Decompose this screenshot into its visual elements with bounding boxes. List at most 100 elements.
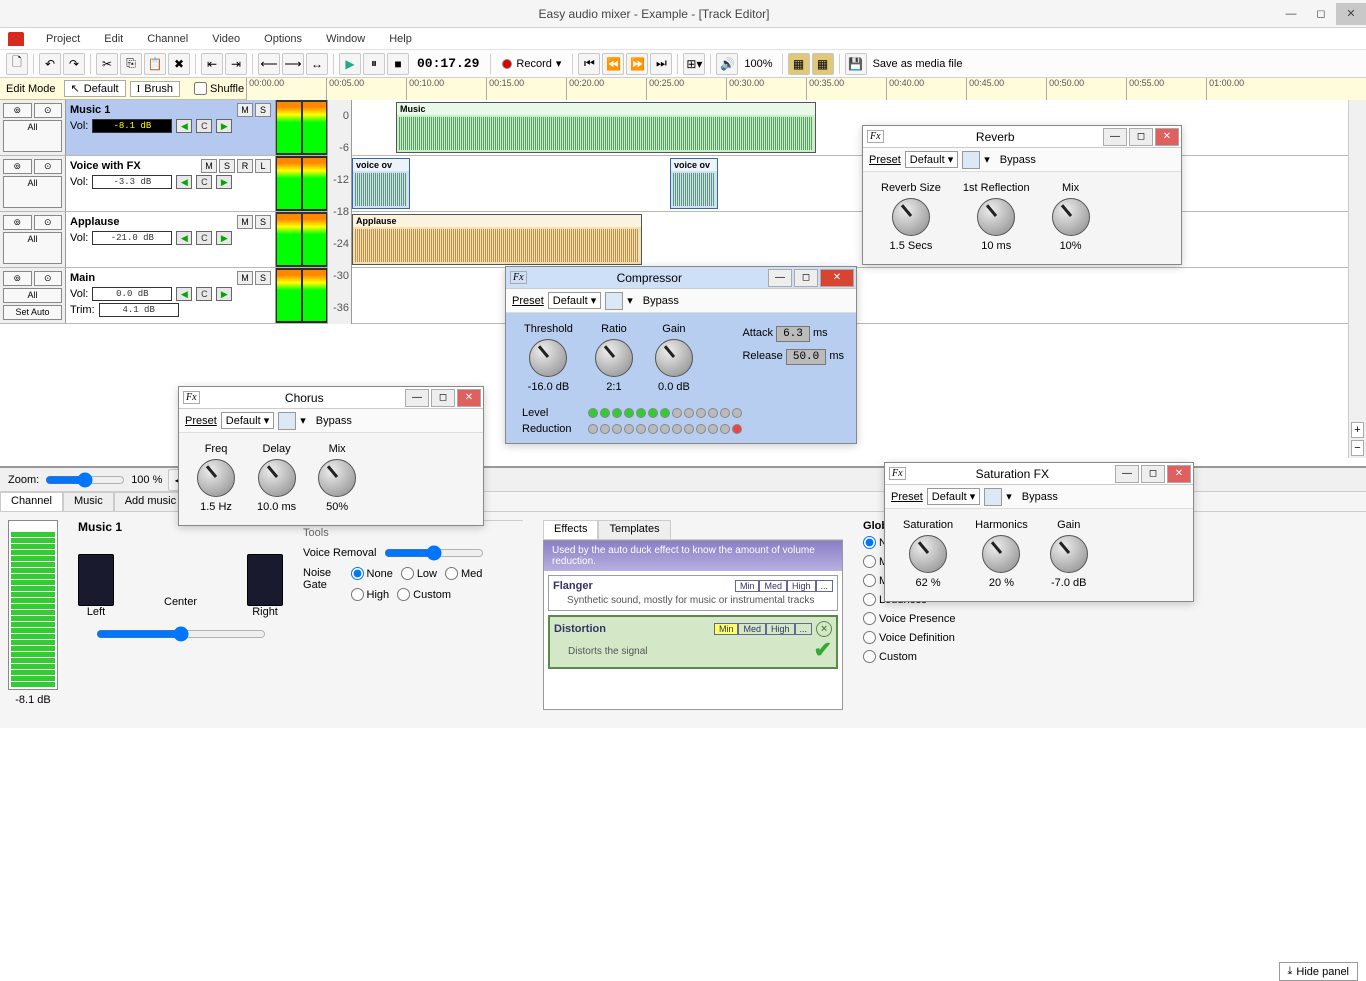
effect-chip[interactable]: Med bbox=[759, 580, 787, 592]
track-next-button[interactable]: ▶ bbox=[216, 119, 232, 133]
global-custom[interactable]: Custom bbox=[863, 650, 1013, 663]
track-mon-button[interactable]: ⊙ bbox=[34, 215, 63, 230]
track-l-button[interactable]: L bbox=[255, 159, 271, 173]
snap-button[interactable]: ⇤ bbox=[201, 53, 223, 75]
panel-min-button[interactable]: — bbox=[768, 269, 792, 287]
track-s-button[interactable]: S bbox=[255, 215, 271, 229]
panel-close-button[interactable]: ✕ bbox=[1167, 465, 1191, 483]
redo-button[interactable]: ↷ bbox=[63, 53, 85, 75]
effects-tab[interactable]: Templates bbox=[598, 520, 670, 539]
all-button[interactable]: All bbox=[3, 120, 62, 152]
panel-min-button[interactable]: — bbox=[1115, 465, 1139, 483]
knob-saturation[interactable] bbox=[909, 535, 947, 573]
track-lane[interactable]: Music bbox=[352, 100, 1366, 155]
knob-ratio[interactable] bbox=[595, 339, 633, 377]
track-vol-meter[interactable]: -3.3 dB bbox=[92, 175, 172, 189]
noisegate-med[interactable]: Med bbox=[445, 567, 482, 580]
audio-clip[interactable]: voice ov bbox=[670, 158, 718, 209]
track-mon-button[interactable]: ⊙ bbox=[34, 103, 63, 118]
panel-max-button[interactable]: ◻ bbox=[1129, 128, 1153, 146]
track-r-button[interactable]: R bbox=[237, 159, 253, 173]
knob-threshold[interactable] bbox=[529, 339, 567, 377]
pause-button[interactable]: ⏸ bbox=[363, 53, 385, 75]
skip-start-button[interactable]: ⏮ bbox=[578, 53, 600, 75]
track-m-button[interactable]: M bbox=[237, 271, 253, 285]
track-s-button[interactable]: S bbox=[255, 103, 271, 117]
save-preset-icon[interactable] bbox=[984, 488, 1002, 506]
save-media-label[interactable]: Save as media file bbox=[869, 58, 967, 70]
distortion-close-icon[interactable]: × bbox=[816, 621, 832, 637]
panel-min-button[interactable]: — bbox=[1103, 128, 1127, 146]
bypass-button[interactable]: Bypass bbox=[643, 295, 679, 307]
cut-button[interactable]: ✂ bbox=[96, 53, 118, 75]
skip-end-button[interactable]: ⏭ bbox=[650, 53, 672, 75]
effect-chip[interactable]: Med bbox=[738, 623, 766, 635]
track-vol-meter[interactable]: -8.1 dB bbox=[92, 119, 172, 133]
zoom-slider[interactable] bbox=[45, 472, 125, 488]
all-button[interactable]: All bbox=[3, 288, 62, 303]
knob-freq[interactable] bbox=[197, 459, 235, 497]
vzoom-in-button[interactable]: + bbox=[1351, 422, 1364, 438]
marker1-button[interactable]: ⟵ bbox=[258, 53, 280, 75]
stop-button[interactable]: ■ bbox=[387, 53, 409, 75]
track-next-button[interactable]: ▶ bbox=[216, 287, 232, 301]
window-close-button[interactable]: ✕ bbox=[1336, 3, 1366, 25]
timeline-ruler[interactable]: 00:00.0000:05.0000:10.0000:15.0000:20.00… bbox=[246, 78, 1366, 100]
global-voice-presence[interactable]: Voice Presence bbox=[863, 612, 1013, 625]
new-button[interactable]: 🗋 bbox=[6, 53, 28, 75]
menu-window[interactable]: Window bbox=[314, 31, 377, 47]
audio-clip[interactable]: Applause bbox=[352, 214, 642, 265]
effect-chip[interactable]: Min bbox=[735, 580, 760, 592]
track-vol-meter[interactable]: -21.0 dB bbox=[92, 231, 172, 245]
marker2-button[interactable]: ⟶ bbox=[282, 53, 304, 75]
track-s-button[interactable]: S bbox=[219, 159, 235, 173]
effect-distortion[interactable]: DistortionMinMedHigh...× Distorts the si… bbox=[548, 615, 838, 669]
knob-gain[interactable] bbox=[655, 339, 693, 377]
menu-options[interactable]: Options bbox=[252, 31, 314, 47]
chorus-panel[interactable]: FxChorus—◻✕ PresetDefault ▾▾Bypass Freq1… bbox=[178, 386, 484, 526]
vzoom-out-button[interactable]: − bbox=[1351, 440, 1364, 456]
save-media-icon[interactable]: 💾 bbox=[845, 53, 867, 75]
voice-removal-slider[interactable] bbox=[384, 545, 484, 561]
knob-mix[interactable] bbox=[1052, 198, 1090, 236]
grid-button[interactable]: ⊞▾ bbox=[683, 53, 705, 75]
effect-chip[interactable]: High bbox=[766, 623, 795, 635]
window1-button[interactable]: ▦ bbox=[788, 53, 810, 75]
track-rec-button[interactable]: ⊚ bbox=[3, 271, 32, 286]
panel-close-button[interactable]: ✕ bbox=[457, 389, 481, 407]
snap2-button[interactable]: ⇥ bbox=[225, 53, 247, 75]
track-lane[interactable]: Applause bbox=[352, 212, 1366, 267]
track-vol-meter[interactable]: 0.0 dB bbox=[92, 287, 172, 301]
audio-clip[interactable]: Music bbox=[396, 102, 816, 153]
track-prev-button[interactable]: ◀ bbox=[176, 231, 192, 245]
track-next-button[interactable]: ▶ bbox=[216, 175, 232, 189]
compressor-panel[interactable]: FxCompressor—◻✕ PresetDefault ▾▾Bypass T… bbox=[505, 266, 857, 444]
record-button[interactable]: Record▾ bbox=[496, 57, 567, 70]
menu-edit[interactable]: Edit bbox=[92, 31, 135, 47]
track-mon-button[interactable]: ⊙ bbox=[34, 159, 63, 174]
menu-channel[interactable]: Channel bbox=[135, 31, 200, 47]
track-prev-button[interactable]: ◀ bbox=[176, 175, 192, 189]
knob-delay[interactable] bbox=[258, 459, 296, 497]
panel-close-button[interactable]: ✕ bbox=[820, 269, 854, 287]
trim-value[interactable]: 4.1 dB bbox=[99, 303, 179, 317]
all-button[interactable]: All bbox=[3, 232, 62, 264]
knob-mix[interactable] bbox=[318, 459, 356, 497]
panel-close-button[interactable]: ✕ bbox=[1155, 128, 1179, 146]
panel-max-button[interactable]: ◻ bbox=[1141, 465, 1165, 483]
saturation-panel[interactable]: FxSaturation FX—◻✕ PresetDefault ▾▾Bypas… bbox=[884, 462, 1194, 602]
release-input[interactable]: 50.0 bbox=[786, 349, 826, 365]
panel-max-button[interactable]: ◻ bbox=[431, 389, 455, 407]
bypass-button[interactable]: Bypass bbox=[1022, 491, 1058, 503]
knob-harmonics[interactable] bbox=[982, 535, 1020, 573]
noisegate-custom[interactable]: Custom bbox=[397, 588, 451, 601]
knob-1st-reflection[interactable] bbox=[977, 198, 1015, 236]
edit-brush-button[interactable]: IBrush bbox=[130, 81, 180, 97]
attack-input[interactable]: 6.3 bbox=[776, 326, 810, 342]
track-prev-button[interactable]: ◀ bbox=[176, 119, 192, 133]
knob-gain[interactable] bbox=[1050, 535, 1088, 573]
menu-video[interactable]: Video bbox=[200, 31, 252, 47]
all-button[interactable]: All bbox=[3, 176, 62, 208]
shuffle-checkbox[interactable]: Shuffle bbox=[194, 82, 244, 95]
track-mon-button[interactable]: ⊙ bbox=[34, 271, 63, 286]
